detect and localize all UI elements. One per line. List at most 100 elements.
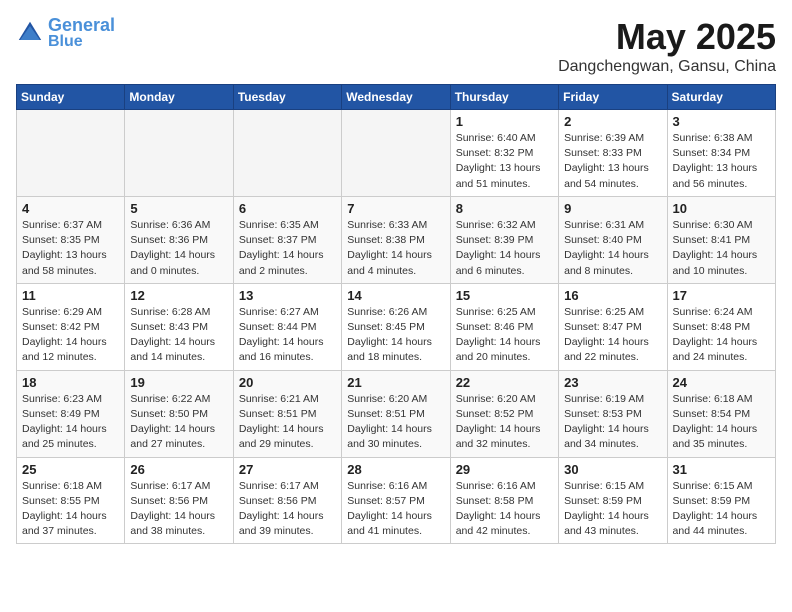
day-info: Sunrise: 6:16 AM Sunset: 8:58 PM Dayligh… (456, 479, 553, 540)
day-number: 20 (239, 375, 336, 390)
day-info: Sunrise: 6:18 AM Sunset: 8:55 PM Dayligh… (22, 479, 119, 540)
day-number: 16 (564, 288, 661, 303)
weekday-header-friday: Friday (559, 85, 667, 110)
day-number: 31 (673, 462, 770, 477)
month-title: May 2025 (558, 16, 776, 58)
day-info: Sunrise: 6:27 AM Sunset: 8:44 PM Dayligh… (239, 305, 336, 366)
day-number: 23 (564, 375, 661, 390)
day-number: 15 (456, 288, 553, 303)
day-info: Sunrise: 6:28 AM Sunset: 8:43 PM Dayligh… (130, 305, 227, 366)
calendar-cell: 15 Sunrise: 6:25 AM Sunset: 8:46 PM Dayli… (450, 283, 558, 370)
day-number: 1 (456, 114, 553, 129)
day-number: 25 (22, 462, 119, 477)
calendar-table: SundayMondayTuesdayWednesdayThursdayFrid… (16, 84, 776, 544)
day-info: Sunrise: 6:16 AM Sunset: 8:57 PM Dayligh… (347, 479, 444, 540)
title-area: May 2025 Dangchengwan, Gansu, China (558, 16, 776, 76)
day-number: 4 (22, 201, 119, 216)
day-number: 12 (130, 288, 227, 303)
calendar-cell (125, 110, 233, 197)
day-number: 21 (347, 375, 444, 390)
day-number: 9 (564, 201, 661, 216)
logo-subtext: Blue (48, 34, 115, 50)
calendar-cell: 14 Sunrise: 6:26 AM Sunset: 8:45 PM Dayli… (342, 283, 450, 370)
calendar-week-row: 25 Sunrise: 6:18 AM Sunset: 8:55 PM Dayli… (17, 457, 776, 544)
day-number: 24 (673, 375, 770, 390)
calendar-week-row: 18 Sunrise: 6:23 AM Sunset: 8:49 PM Dayli… (17, 370, 776, 457)
day-info: Sunrise: 6:25 AM Sunset: 8:46 PM Dayligh… (456, 305, 553, 366)
day-number: 27 (239, 462, 336, 477)
calendar-week-row: 1 Sunrise: 6:40 AM Sunset: 8:32 PM Daylig… (17, 110, 776, 197)
day-info: Sunrise: 6:32 AM Sunset: 8:39 PM Dayligh… (456, 218, 553, 279)
calendar-cell: 17 Sunrise: 6:24 AM Sunset: 8:48 PM Dayli… (667, 283, 775, 370)
day-number: 2 (564, 114, 661, 129)
page-header: General Blue May 2025 Dangchengwan, Gans… (16, 16, 776, 76)
calendar-cell: 4 Sunrise: 6:37 AM Sunset: 8:35 PM Daylig… (17, 196, 125, 283)
calendar-cell: 7 Sunrise: 6:33 AM Sunset: 8:38 PM Daylig… (342, 196, 450, 283)
day-number: 26 (130, 462, 227, 477)
day-number: 14 (347, 288, 444, 303)
weekday-header-tuesday: Tuesday (233, 85, 341, 110)
day-number: 11 (22, 288, 119, 303)
day-info: Sunrise: 6:26 AM Sunset: 8:45 PM Dayligh… (347, 305, 444, 366)
calendar-cell: 8 Sunrise: 6:32 AM Sunset: 8:39 PM Daylig… (450, 196, 558, 283)
logo-icon (16, 19, 44, 47)
day-number: 17 (673, 288, 770, 303)
calendar-cell: 12 Sunrise: 6:28 AM Sunset: 8:43 PM Dayli… (125, 283, 233, 370)
calendar-cell: 22 Sunrise: 6:20 AM Sunset: 8:52 PM Dayli… (450, 370, 558, 457)
calendar-cell (233, 110, 341, 197)
day-number: 30 (564, 462, 661, 477)
calendar-cell (342, 110, 450, 197)
weekday-header-thursday: Thursday (450, 85, 558, 110)
day-info: Sunrise: 6:36 AM Sunset: 8:36 PM Dayligh… (130, 218, 227, 279)
weekday-header-wednesday: Wednesday (342, 85, 450, 110)
weekday-header-row: SundayMondayTuesdayWednesdayThursdayFrid… (17, 85, 776, 110)
day-number: 5 (130, 201, 227, 216)
calendar-cell: 28 Sunrise: 6:16 AM Sunset: 8:57 PM Dayli… (342, 457, 450, 544)
weekday-header-monday: Monday (125, 85, 233, 110)
day-number: 6 (239, 201, 336, 216)
day-info: Sunrise: 6:19 AM Sunset: 8:53 PM Dayligh… (564, 392, 661, 453)
calendar-cell: 1 Sunrise: 6:40 AM Sunset: 8:32 PM Daylig… (450, 110, 558, 197)
day-info: Sunrise: 6:17 AM Sunset: 8:56 PM Dayligh… (130, 479, 227, 540)
calendar-cell: 29 Sunrise: 6:16 AM Sunset: 8:58 PM Dayli… (450, 457, 558, 544)
calendar-cell: 20 Sunrise: 6:21 AM Sunset: 8:51 PM Dayli… (233, 370, 341, 457)
day-number: 13 (239, 288, 336, 303)
day-number: 22 (456, 375, 553, 390)
day-number: 7 (347, 201, 444, 216)
day-info: Sunrise: 6:24 AM Sunset: 8:48 PM Dayligh… (673, 305, 770, 366)
calendar-cell: 25 Sunrise: 6:18 AM Sunset: 8:55 PM Dayli… (17, 457, 125, 544)
calendar-cell: 5 Sunrise: 6:36 AM Sunset: 8:36 PM Daylig… (125, 196, 233, 283)
day-number: 28 (347, 462, 444, 477)
day-info: Sunrise: 6:38 AM Sunset: 8:34 PM Dayligh… (673, 131, 770, 192)
day-info: Sunrise: 6:23 AM Sunset: 8:49 PM Dayligh… (22, 392, 119, 453)
day-info: Sunrise: 6:15 AM Sunset: 8:59 PM Dayligh… (564, 479, 661, 540)
calendar-cell: 9 Sunrise: 6:31 AM Sunset: 8:40 PM Daylig… (559, 196, 667, 283)
day-number: 18 (22, 375, 119, 390)
day-info: Sunrise: 6:20 AM Sunset: 8:52 PM Dayligh… (456, 392, 553, 453)
calendar-cell: 13 Sunrise: 6:27 AM Sunset: 8:44 PM Dayli… (233, 283, 341, 370)
calendar-cell: 10Sunrise: 6:30 AM Sunset: 8:41 PM Dayli… (667, 196, 775, 283)
day-number: 19 (130, 375, 227, 390)
calendar-cell: 26 Sunrise: 6:17 AM Sunset: 8:56 PM Dayli… (125, 457, 233, 544)
logo: General Blue (16, 16, 115, 50)
day-number: 29 (456, 462, 553, 477)
day-info: Sunrise: 6:17 AM Sunset: 8:56 PM Dayligh… (239, 479, 336, 540)
calendar-cell: 2Sunrise: 6:39 AM Sunset: 8:33 PM Daylig… (559, 110, 667, 197)
day-info: Sunrise: 6:20 AM Sunset: 8:51 PM Dayligh… (347, 392, 444, 453)
day-info: Sunrise: 6:25 AM Sunset: 8:47 PM Dayligh… (564, 305, 661, 366)
day-info: Sunrise: 6:31 AM Sunset: 8:40 PM Dayligh… (564, 218, 661, 279)
day-info: Sunrise: 6:21 AM Sunset: 8:51 PM Dayligh… (239, 392, 336, 453)
weekday-header-sunday: Sunday (17, 85, 125, 110)
day-number: 8 (456, 201, 553, 216)
calendar-cell (17, 110, 125, 197)
day-info: Sunrise: 6:37 AM Sunset: 8:35 PM Dayligh… (22, 218, 119, 279)
day-info: Sunrise: 6:40 AM Sunset: 8:32 PM Dayligh… (456, 131, 553, 192)
calendar-cell: 23 Sunrise: 6:19 AM Sunset: 8:53 PM Dayli… (559, 370, 667, 457)
calendar-cell: 19Sunrise: 6:22 AM Sunset: 8:50 PM Dayli… (125, 370, 233, 457)
calendar-cell: 11Sunrise: 6:29 AM Sunset: 8:42 PM Dayli… (17, 283, 125, 370)
calendar-cell: 18 Sunrise: 6:23 AM Sunset: 8:49 PM Dayli… (17, 370, 125, 457)
day-info: Sunrise: 6:18 AM Sunset: 8:54 PM Dayligh… (673, 392, 770, 453)
day-number: 3 (673, 114, 770, 129)
day-info: Sunrise: 6:33 AM Sunset: 8:38 PM Dayligh… (347, 218, 444, 279)
calendar-cell: 24 Sunrise: 6:18 AM Sunset: 8:54 PM Dayli… (667, 370, 775, 457)
